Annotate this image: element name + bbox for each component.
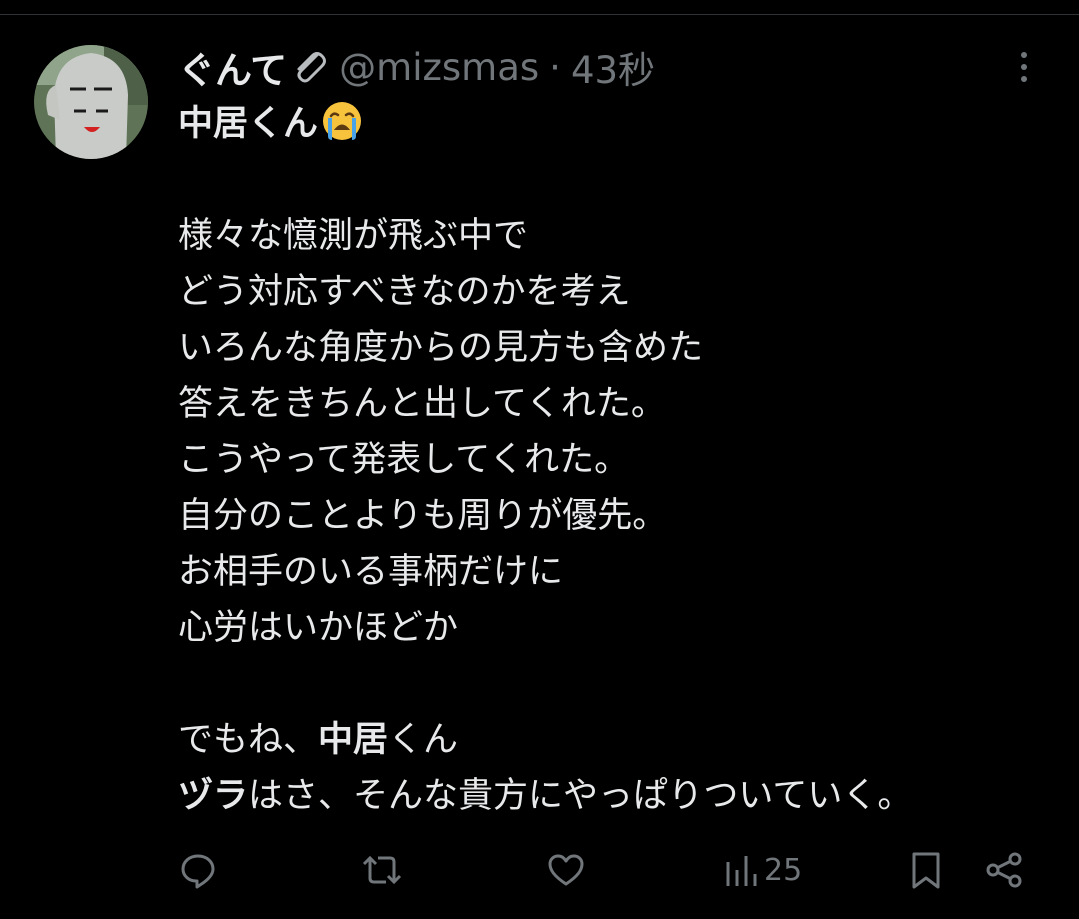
text: 様々な憶測が飛ぶ中で [178, 216, 529, 256]
tweet-header: ぐんて @mizsmas · 43秒 [178, 44, 655, 93]
views-button[interactable]: 25 [724, 842, 802, 898]
timestamp[interactable]: 43秒 [571, 40, 655, 94]
bold-text: 中居 [318, 720, 389, 760]
tweet-text-line: 心労はいかほどか [178, 600, 1058, 656]
heart-icon[interactable] [546, 842, 586, 898]
text: いろんな角度からの見方も含めた [178, 328, 704, 368]
tweet-text-line: 中居くん [178, 96, 1058, 152]
bookmark-icon[interactable] [908, 842, 944, 898]
analytics-icon [724, 850, 760, 890]
tweet-body: 中居くん 様々な憶測が飛ぶ中で どう対応すべきなのかを考え いろんな角度からの見方も含… [178, 96, 1058, 824]
display-name[interactable]: ぐんて [178, 40, 287, 94]
text: どう対応すべきなのかを考え [178, 272, 631, 312]
user-handle[interactable]: @mizsmas [339, 46, 539, 89]
more-vertical-icon[interactable] [1005, 48, 1043, 86]
tweet-text-line: 様々な憶測が飛ぶ中で [178, 208, 1058, 264]
tweet-text-line: お相手のいる事柄だけに [178, 544, 1058, 600]
text: くん [388, 720, 459, 760]
bold-text: 中居くん [178, 104, 319, 144]
avatar[interactable] [34, 45, 148, 159]
tweet-text-line: でもね、中居くん [178, 712, 1058, 768]
tweet-text-line: いろんな角度からの見方も含めた [178, 320, 1058, 376]
tweet-text-line: こうやって発表してくれた。 [178, 432, 1058, 488]
reply-icon[interactable] [178, 842, 218, 898]
tweet-text-line: どう対応すべきなのかを考え [178, 264, 1058, 320]
top-divider [0, 14, 1079, 15]
bold-text: ヅラ [178, 776, 249, 816]
loudly-crying-face-icon [320, 99, 364, 160]
views-count: 25 [764, 852, 803, 888]
text: こうやって発表してくれた。 [178, 440, 630, 480]
action-bar: 25 [0, 842, 1079, 898]
text: 答えをきちんと出してくれた。 [178, 384, 666, 424]
text: はさ、そんな貴方にやっぱりついていく。 [248, 776, 913, 816]
header-separator: · [549, 45, 561, 89]
tweet-text-line: 自分のことよりも周りが優先。 [178, 488, 1058, 544]
retweet-icon[interactable] [360, 842, 404, 898]
text: 自分のことよりも周りが優先。 [178, 496, 668, 536]
text: お相手のいる事柄だけに [178, 552, 564, 592]
tweet-text-line: 答えをきちんと出してくれた。 [178, 376, 1058, 432]
share-icon[interactable] [984, 842, 1024, 898]
paperclip-icon [289, 47, 329, 87]
text: でもね、 [178, 720, 319, 760]
tweet-text-line: ヅラはさ、そんな貴方にやっぱりついていく。 [178, 768, 1058, 824]
text: 心労はいかほどか [178, 608, 459, 648]
